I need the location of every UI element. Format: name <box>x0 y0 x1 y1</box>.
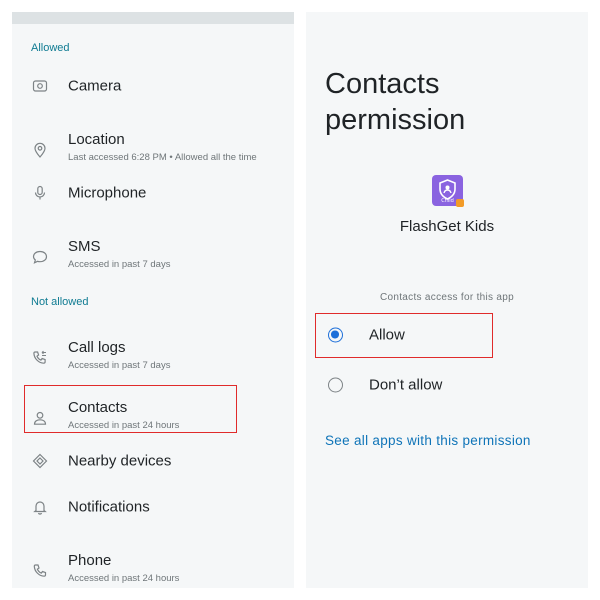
permission-title: Location <box>68 131 125 148</box>
permission-item-sms[interactable]: SMS Accessed in past 7 days <box>12 233 294 281</box>
permission-item-nearby-devices[interactable]: Nearby devices <box>12 437 294 485</box>
see-all-apps-link[interactable]: See all apps with this permission <box>325 433 531 448</box>
top-bar <box>12 12 294 24</box>
permission-subtitle: Accessed in past 24 hours <box>68 420 180 431</box>
permission-title: Nearby devices <box>68 452 172 470</box>
phone-icon <box>32 563 48 579</box>
permission-item-contacts[interactable]: Contacts Accessed in past 24 hours <box>12 394 294 442</box>
allow-label: Allow <box>369 326 405 344</box>
permission-title: Contacts <box>68 399 128 416</box>
permission-title: Phone <box>68 552 112 569</box>
permission-detail-panel: Contacts permission Child FlashGet Kids … <box>306 12 588 588</box>
permission-title: Notifications <box>68 498 150 516</box>
app-name: FlashGet Kids <box>399 218 495 235</box>
permission-item-phone[interactable]: Phone Accessed in past 24 hours <box>12 547 294 588</box>
flashget-kids-app-icon: Child <box>432 175 464 207</box>
sms-icon <box>32 249 48 265</box>
microphone-icon <box>32 185 48 201</box>
permissions-list-panel: Allowed Camera Location Last accessed 6:… <box>12 12 294 588</box>
allowed-section-header: Allowed <box>31 42 70 54</box>
allow-option[interactable]: Allow <box>314 313 580 357</box>
location-icon <box>32 142 48 158</box>
permission-title: SMS <box>68 238 101 255</box>
permission-title: Camera <box>68 77 122 95</box>
permission-subtitle: Accessed in past 7 days <box>68 259 171 270</box>
page-title: Contacts permission <box>325 68 466 136</box>
call-log-icon <box>32 350 48 366</box>
permission-item-call-logs[interactable]: Call logs Accessed in past 7 days <box>12 334 294 382</box>
permission-item-notifications[interactable]: Notifications <box>12 483 294 531</box>
contacts-icon <box>32 410 48 426</box>
permission-item-microphone[interactable]: Microphone <box>12 169 294 217</box>
dont-allow-option[interactable]: Don’t allow <box>314 363 580 407</box>
permission-title: Microphone <box>68 184 147 202</box>
notifications-icon <box>32 499 48 515</box>
access-section-label: Contacts access for this app <box>379 292 514 303</box>
lock-badge-icon <box>456 199 464 207</box>
allow-radio-button[interactable] <box>328 327 343 343</box>
shield-icon <box>439 179 456 200</box>
dont-allow-radio-button[interactable] <box>328 377 343 393</box>
permission-subtitle: Accessed in past 24 hours <box>68 573 180 584</box>
permission-item-location[interactable]: Location Last accessed 6:28 PM • Allowed… <box>12 126 294 174</box>
nearby-devices-icon <box>32 453 48 469</box>
permission-item-camera[interactable]: Camera <box>12 62 294 110</box>
permission-subtitle: Last accessed 6:28 PM • Allowed all the … <box>68 152 257 163</box>
permission-subtitle: Accessed in past 7 days <box>68 360 171 371</box>
dont-allow-label: Don’t allow <box>369 376 443 394</box>
not-allowed-section-header: Not allowed <box>31 296 89 308</box>
permission-title: Call logs <box>68 339 126 356</box>
camera-icon <box>32 78 48 94</box>
